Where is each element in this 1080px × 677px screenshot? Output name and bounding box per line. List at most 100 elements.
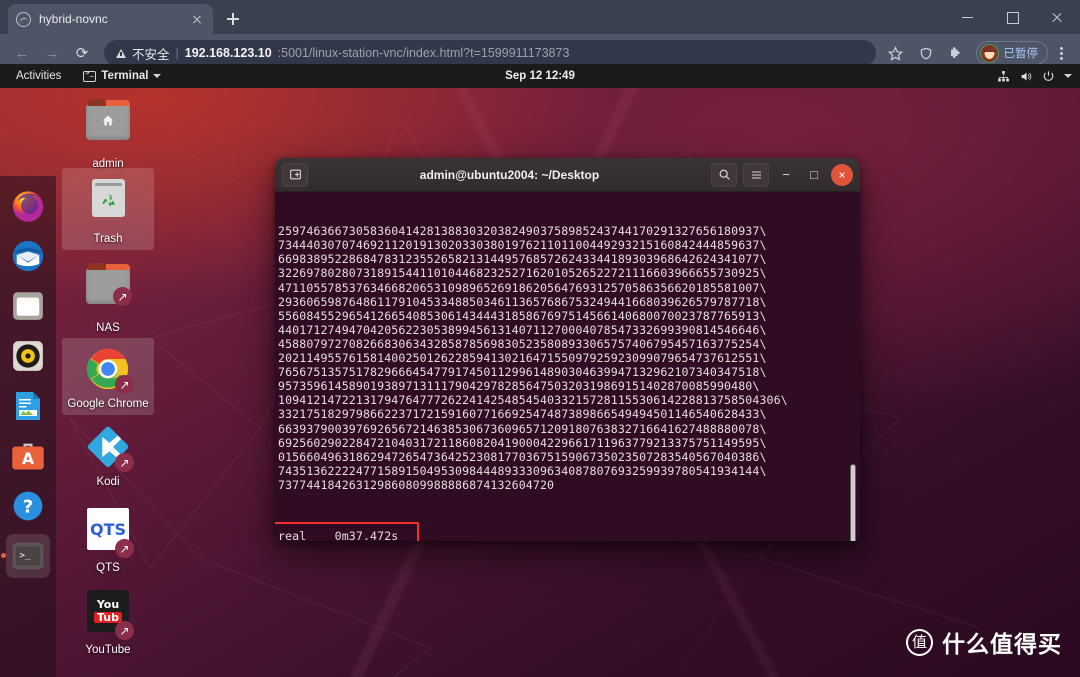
- link-folder-icon: ↗: [84, 263, 132, 316]
- activities-button[interactable]: Activities: [8, 70, 69, 82]
- desktop-icon-google-chrome[interactable]: ↗ Google Chrome: [62, 338, 154, 415]
- network-icon: [998, 70, 1009, 81]
- minimize-button[interactable]: [945, 0, 990, 34]
- desktop-icon-admin[interactable]: admin: [62, 92, 154, 175]
- dock-item-terminal[interactable]: >_: [1, 534, 50, 578]
- address-bar[interactable]: 不安全 | 192.168.123.10 :5001/linux-station-…: [104, 40, 876, 66]
- omnibox-separator: |: [175, 46, 179, 60]
- watermark-text: 什么值得买: [942, 632, 1062, 658]
- terminal-line: 2936065987648611791045334885034611365768…: [278, 294, 767, 309]
- chevron-down-icon: [153, 74, 162, 78]
- chevron-down-icon: [1064, 74, 1072, 78]
- desktop-icon-label: Kodi: [96, 476, 120, 488]
- shortcut-arrow-icon: ↗: [115, 453, 134, 472]
- desktop-icon-label: YouTube: [85, 644, 131, 656]
- terminal-line: 3226978028073189154411010446823252716201…: [278, 266, 767, 281]
- browser-menu-button[interactable]: [1050, 39, 1072, 67]
- screen: hybrid-novnc ← → ⟳ 不安全 | 192.168.123.10:…: [0, 0, 1080, 677]
- dock-item-help[interactable]: ?: [6, 484, 50, 528]
- shortcut-arrow-icon: ↗: [113, 287, 132, 306]
- terminal-line: 4711055785376346682065310989652691862056…: [278, 280, 767, 295]
- dock-item-libreoffice-writer[interactable]: [6, 384, 50, 428]
- home-folder-icon: [84, 99, 132, 152]
- terminal-scrollback: 2597463667305836041428138830320382490375…: [278, 224, 860, 492]
- window-controls: [945, 0, 1080, 34]
- dock-item-ubuntu-software[interactable]: A: [6, 434, 50, 478]
- terminal-line: 2597463667305836041428138830320382490375…: [278, 224, 767, 239]
- search-icon[interactable]: [711, 162, 737, 187]
- star-icon[interactable]: [882, 39, 910, 67]
- terminal-line: 6639379003976926567214638530673609657120…: [278, 421, 767, 436]
- terminal-line: 2021149557615814002501262285941302164715…: [278, 351, 767, 366]
- terminal-line: 0156604963186294726547364252308177036751…: [278, 449, 767, 464]
- globe-icon: [16, 11, 31, 27]
- desktop-icon-kodi[interactable]: ↗ Kodi: [62, 416, 154, 493]
- forward-icon[interactable]: →: [38, 39, 66, 67]
- app-menu-terminal[interactable]: Terminal: [83, 69, 162, 82]
- ubuntu-dock: A ? >_: [0, 176, 56, 677]
- terminal-line: 6925602902284721040317211860820419000422…: [278, 435, 767, 450]
- terminal-output[interactable]: 2597463667305836041428138830320382490375…: [275, 192, 860, 541]
- new-tab-button[interactable]: [219, 5, 247, 33]
- desktop-icon-nas[interactable]: ↗ NAS: [62, 256, 154, 339]
- reload-icon[interactable]: ⟳: [68, 39, 96, 67]
- files-icon: [13, 292, 43, 320]
- insecure-label: 不安全: [132, 47, 170, 62]
- desktop-icon-label: Google Chrome: [67, 398, 149, 410]
- desktop-icon-qts[interactable]: QTS ↗ QTS: [62, 500, 154, 579]
- desktop-icon-label: QTS: [96, 562, 120, 574]
- system-tray[interactable]: [997, 70, 1072, 83]
- power-icon: [1043, 70, 1054, 81]
- ubuntu-software-icon: A: [12, 443, 44, 470]
- gnome-top-bar: Activities Terminal Sep 12 12:49: [0, 64, 1080, 88]
- hamburger-icon[interactable]: [743, 162, 769, 187]
- clock[interactable]: Sep 12 12:49: [0, 70, 1080, 82]
- back-icon[interactable]: ←: [8, 39, 36, 67]
- terminal-title-buttons: − □ ×: [711, 162, 853, 187]
- extensions-puzzle-icon[interactable]: [942, 39, 970, 67]
- desktop-icon-youtube[interactable]: You Tub ↗ YouTube: [62, 582, 154, 661]
- dock-item-rhythmbox[interactable]: [6, 334, 50, 378]
- terminal-line: 3321751829798662237172159160771669254748…: [278, 407, 767, 422]
- maximize-button[interactable]: [990, 0, 1035, 34]
- close-icon[interactable]: [189, 11, 205, 27]
- terminal-line: 1094121472213179476477726224142548545403…: [278, 393, 788, 408]
- shortcut-arrow-icon: ↗: [115, 375, 134, 394]
- svg-text:?: ?: [23, 496, 33, 517]
- terminal-line: 7435136222247715891504953098444893330963…: [278, 463, 767, 478]
- app-menu-label: Terminal: [101, 70, 149, 82]
- terminal-icon: >_: [12, 542, 44, 570]
- terminal-scrollbar[interactable]: [850, 464, 856, 541]
- terminal-close-button[interactable]: ×: [831, 163, 853, 186]
- shortcut-arrow-icon: ↗: [115, 539, 134, 558]
- volume-icon: [1021, 71, 1032, 81]
- shortcut-arrow-icon: ↗: [115, 621, 134, 640]
- browser-titlebar: hybrid-novnc: [0, 0, 1080, 34]
- warning-triangle-icon: [116, 48, 126, 58]
- terminal-line: 9573596145890193897131117904297828564750…: [278, 379, 760, 394]
- dock-item-files[interactable]: [6, 284, 50, 328]
- browser-tab[interactable]: hybrid-novnc: [8, 4, 213, 34]
- terminal-line: 7344403070746921120191302033038019762110…: [278, 238, 767, 253]
- new-tab-icon[interactable]: [282, 162, 308, 187]
- dock-item-thunderbird[interactable]: [6, 234, 50, 278]
- url-host: 192.168.123.10: [184, 46, 272, 60]
- terminal-minimize-button[interactable]: −: [775, 163, 797, 187]
- smzdm-logo-icon: 值: [906, 628, 933, 656]
- trash-icon: [84, 179, 132, 227]
- terminal-maximize-button[interactable]: □: [803, 163, 825, 187]
- url-path: :5001/linux-station-vnc/index.html?t=159…: [277, 46, 570, 60]
- firefox-icon: [12, 191, 44, 222]
- thunderbird-icon: [12, 240, 44, 272]
- terminal-line: 5560845529654126654085306143444318586769…: [278, 308, 767, 323]
- terminal-titlebar[interactable]: admin@ubuntu2004: ~/Desktop − □ ×: [275, 158, 860, 192]
- profile-chip[interactable]: 已暂停: [975, 41, 1048, 65]
- shield-icon[interactable]: [912, 39, 940, 67]
- dock-item-firefox[interactable]: [6, 184, 50, 228]
- qts-icon: QTS ↗: [84, 508, 134, 558]
- svg-text:>_: >_: [20, 551, 31, 561]
- youtube-icon: You Tub ↗: [84, 590, 134, 640]
- terminal-window[interactable]: admin@ubuntu2004: ~/Desktop − □ × 259746…: [275, 158, 860, 541]
- close-button[interactable]: [1035, 0, 1080, 34]
- desktop-icon-trash[interactable]: Trash: [62, 168, 154, 250]
